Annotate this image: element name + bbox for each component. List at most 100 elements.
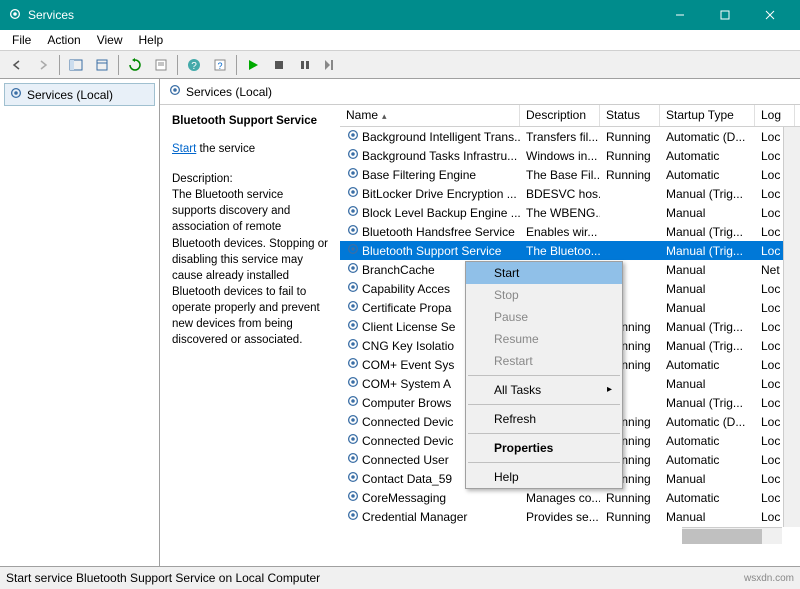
properties-button[interactable]	[149, 53, 173, 77]
cell-status: Running	[600, 129, 660, 145]
pause-service-button[interactable]	[293, 53, 317, 77]
menu-item-refresh[interactable]: Refresh	[466, 408, 622, 430]
gear-icon	[346, 413, 360, 430]
menu-help[interactable]: Help	[131, 31, 172, 49]
service-row[interactable]: CoreMessagingManages co...RunningAutomat…	[340, 488, 800, 507]
column-name[interactable]: Name	[340, 105, 520, 126]
gear-icon	[346, 128, 360, 145]
window-title: Services	[28, 8, 657, 22]
service-row[interactable]: Background Intelligent Trans...Transfers…	[340, 127, 800, 146]
service-name-text: Bluetooth Handsfree Service	[362, 225, 515, 239]
title-bar: Services	[0, 0, 800, 30]
service-row[interactable]: Background Tasks Infrastru...Windows in.…	[340, 146, 800, 165]
gear-icon	[346, 337, 360, 354]
vertical-scrollbar[interactable]	[783, 127, 800, 527]
cell-startup-type: Automatic	[660, 433, 755, 449]
nav-back-button[interactable]	[5, 53, 29, 77]
cell-startup-type: Manual	[660, 376, 755, 392]
column-status[interactable]: Status	[600, 105, 660, 126]
watermark: wsxdn.com	[744, 573, 794, 584]
column-description[interactable]: Description	[520, 105, 600, 126]
scroll-thumb[interactable]	[682, 529, 762, 544]
service-row[interactable]: BitLocker Drive Encryption ...BDESVC hos…	[340, 184, 800, 203]
cell-name: Background Tasks Infrastru...	[340, 146, 520, 165]
show-hide-tree-button[interactable]	[64, 53, 88, 77]
cell-startup-type: Manual (Trig...	[660, 243, 755, 259]
service-name-text: Client License Se	[362, 320, 455, 334]
horizontal-scrollbar[interactable]	[682, 527, 782, 544]
pane-title: Services (Local)	[186, 85, 272, 99]
cell-name: Base Filtering Engine	[340, 165, 520, 184]
menu-item-start[interactable]: Start	[466, 262, 622, 284]
gear-icon	[346, 223, 360, 240]
service-name-text: Connected Devic	[362, 434, 453, 448]
help2-button[interactable]: ?	[208, 53, 232, 77]
cell-description: Windows in...	[520, 148, 600, 164]
restart-service-button[interactable]	[319, 53, 343, 77]
service-name-text: Credential Manager	[362, 510, 467, 524]
gear-icon	[346, 147, 360, 164]
cell-name: Credential Manager	[340, 507, 520, 526]
start-service-link[interactable]: Start	[172, 143, 196, 155]
service-row[interactable]: Bluetooth Handsfree Service Enables wir..…	[340, 222, 800, 241]
cell-startup-type: Manual	[660, 509, 755, 525]
cell-startup-type: Manual (Trig...	[660, 224, 755, 240]
service-name-text: Background Tasks Infrastru...	[362, 149, 517, 163]
gear-icon	[346, 280, 360, 297]
main-area: Services (Local) Services (Local) Blueto…	[0, 79, 800, 566]
service-name-text: Contact Data_59	[362, 472, 452, 486]
cell-description: BDESVC hos...	[520, 186, 600, 202]
service-row[interactable]: Base Filtering EngineThe Base Fil...Runn…	[340, 165, 800, 184]
tree-item-services-local[interactable]: Services (Local)	[4, 83, 155, 106]
menu-item-all-tasks[interactable]: All Tasks▸	[466, 379, 622, 401]
export-list-button[interactable]	[90, 53, 114, 77]
cell-description: Transfers fil...	[520, 129, 600, 145]
cell-description: Provides se...	[520, 509, 600, 525]
service-row[interactable]: Block Level Backup Engine ...The WBENG..…	[340, 203, 800, 222]
column-log-on-as[interactable]: Log	[755, 105, 795, 126]
menu-item-properties[interactable]: Properties	[466, 437, 622, 459]
start-suffix: the service	[196, 143, 255, 155]
menu-separator	[468, 375, 620, 376]
help-button[interactable]: ?	[182, 53, 206, 77]
gear-icon	[346, 299, 360, 316]
cell-status	[600, 231, 660, 233]
gear-icon	[346, 242, 360, 259]
service-name-text: Bluetooth Support Service	[362, 244, 501, 258]
cell-name: BitLocker Drive Encryption ...	[340, 184, 520, 203]
maximize-button[interactable]	[702, 0, 747, 30]
close-button[interactable]	[747, 0, 792, 30]
menu-file[interactable]: File	[4, 31, 39, 49]
gear-icon	[346, 318, 360, 335]
cell-name: CoreMessaging	[340, 488, 520, 507]
cell-name: Bluetooth Support Service	[340, 241, 520, 260]
nav-forward-button[interactable]	[31, 53, 55, 77]
refresh-button[interactable]	[123, 53, 147, 77]
stop-service-button[interactable]	[267, 53, 291, 77]
cell-description: The Bluetoo...	[520, 243, 600, 259]
minimize-button[interactable]	[657, 0, 702, 30]
menu-action[interactable]: Action	[39, 31, 88, 49]
start-service-button[interactable]	[241, 53, 265, 77]
detail-pane: Bluetooth Support Service Start the serv…	[160, 105, 340, 566]
menu-item-help[interactable]: Help	[466, 466, 622, 488]
service-row[interactable]: Bluetooth Support Service The Bluetoo... M…	[340, 241, 800, 260]
service-name-text: COM+ System A	[362, 377, 451, 391]
menu-view[interactable]: View	[89, 31, 131, 49]
service-name-text: Capability Acces	[362, 282, 450, 296]
cell-status: Running	[600, 148, 660, 164]
gear-icon	[346, 185, 360, 202]
column-startup-type[interactable]: Startup Type	[660, 105, 755, 126]
gear-icon	[346, 432, 360, 449]
cell-name: Bluetooth Handsfree Service	[340, 222, 520, 241]
cell-description: Enables wir...	[520, 224, 600, 240]
cell-description: The Base Fil...	[520, 167, 600, 183]
gear-icon	[168, 83, 182, 100]
gear-icon	[346, 489, 360, 506]
svg-text:?: ?	[217, 61, 222, 71]
cell-status: Running	[600, 167, 660, 183]
service-row[interactable]: Credential ManagerProvides se...RunningM…	[340, 507, 800, 526]
menu-bar: File Action View Help	[0, 30, 800, 51]
cell-description: The WBENG...	[520, 205, 600, 221]
menu-item-stop: Stop	[466, 284, 622, 306]
